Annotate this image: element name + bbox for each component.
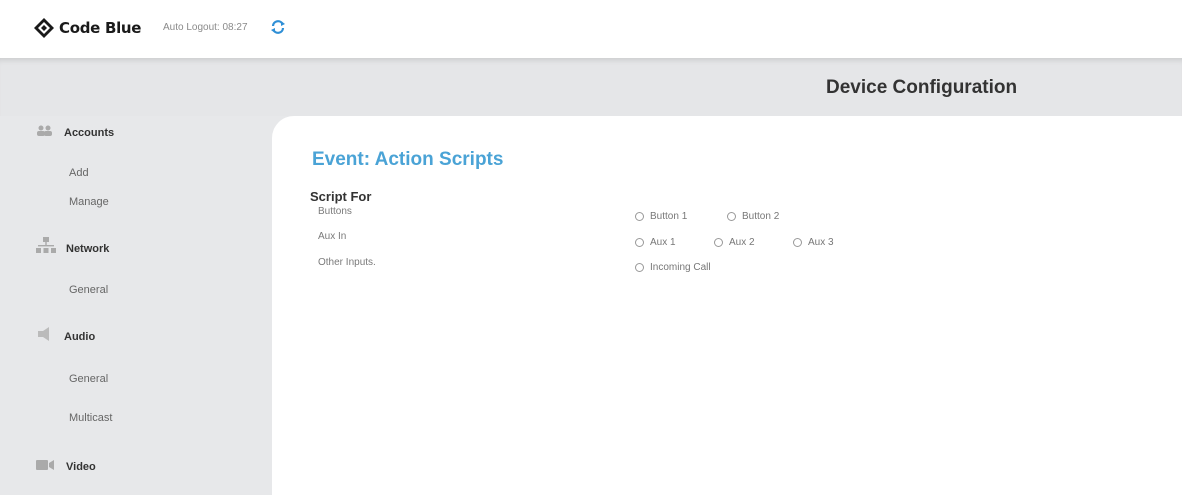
radio-circle[interactable] <box>635 212 644 221</box>
sidebar-section-network[interactable]: Network <box>36 237 109 260</box>
radio-label: Button 2 <box>742 211 780 222</box>
script-for-label: Script For <box>310 189 372 204</box>
radio-circle[interactable] <box>727 212 736 221</box>
sidebar-item-network-general[interactable]: General <box>69 284 108 296</box>
sidebar-section-audio[interactable]: Audio <box>36 327 95 346</box>
radio-label: Aux 3 <box>808 237 834 248</box>
radio-aux-3[interactable]: Aux 3 <box>793 237 834 248</box>
radio-circle[interactable] <box>635 238 644 247</box>
event-title: Event: Action Scripts <box>312 149 504 170</box>
brand-name: Code Blue <box>59 19 142 37</box>
network-icon <box>36 237 56 260</box>
sidebar-item-audio-general[interactable]: General <box>69 373 108 385</box>
radio-label: Button 1 <box>650 211 688 222</box>
sidebar-section-label: Accounts <box>64 127 115 139</box>
users-icon <box>36 124 54 142</box>
speaker-icon <box>36 327 54 346</box>
sidebar-item-accounts-manage[interactable]: Manage <box>69 196 109 208</box>
sidebar-section-label: Audio <box>64 330 96 343</box>
sidebar-section-label: Network <box>66 242 110 255</box>
radio-circle[interactable] <box>793 238 802 247</box>
aux-in-row-label: Aux In <box>318 231 347 242</box>
radio-label: Aux 2 <box>729 237 755 248</box>
sidebar-section-accounts[interactable]: Accounts <box>36 124 114 142</box>
top-bar: Code Blue Auto Logout: 08:27 <box>0 0 1182 58</box>
radio-button-2[interactable]: Button 2 <box>727 211 779 222</box>
sidebar-section-video[interactable]: Video <box>36 458 96 476</box>
radio-aux-1[interactable]: Aux 1 <box>635 237 676 248</box>
radio-button-1[interactable]: Button 1 <box>635 211 687 222</box>
auto-logout-timer: Auto Logout: 08:27 <box>163 22 248 33</box>
video-icon <box>36 458 56 476</box>
code-blue-logo-icon <box>33 17 55 39</box>
code-blue-logo[interactable]: Code Blue <box>33 17 141 39</box>
radio-aux-2[interactable]: Aux 2 <box>714 237 755 248</box>
sidebar-item-audio-multicast[interactable]: Multicast <box>69 412 112 424</box>
sidebar-section-label: Video <box>66 461 96 473</box>
page-title: Device Configuration <box>826 77 1018 98</box>
radio-circle[interactable] <box>714 238 723 247</box>
main-panel <box>272 116 1182 495</box>
buttons-row-label: Buttons <box>318 206 352 217</box>
sidebar-item-accounts-add[interactable]: Add <box>69 167 89 179</box>
radio-label: Incoming Call <box>650 262 711 273</box>
radio-incoming-call[interactable]: Incoming Call <box>635 262 711 273</box>
radio-label: Aux 1 <box>650 237 676 248</box>
sidebar <box>0 116 272 495</box>
refresh-icon[interactable] <box>270 19 286 35</box>
other-inputs-row-label: Other Inputs. <box>318 257 376 268</box>
radio-circle[interactable] <box>635 263 644 272</box>
